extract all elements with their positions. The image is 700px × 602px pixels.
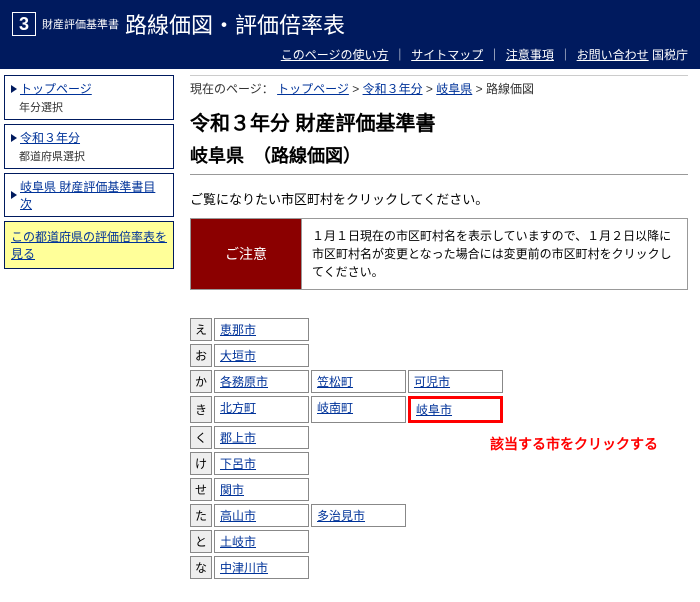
sidebar-link[interactable]: 令和３年分 [11, 129, 167, 146]
table-row: せ関市 [190, 478, 688, 501]
triangle-icon [11, 134, 17, 142]
table-row: と土岐市 [190, 530, 688, 553]
kana-cell: た [190, 504, 212, 527]
separator: ｜ [489, 48, 501, 62]
table-row: き北方町 岐南町 岐阜市 [190, 396, 688, 423]
city-cell: 恵那市 [214, 318, 309, 341]
logo-subtitle: 財産評価基準書 [42, 16, 119, 32]
link-caution[interactable]: 注意事項 [506, 48, 554, 62]
separator: ｜ [559, 48, 571, 62]
main-content: 現在のページ： トップページ > 令和３年分 > 岐阜県 > 路線価図 令和３年… [178, 69, 700, 602]
breadcrumb-current: 路線価図 [486, 82, 534, 96]
breadcrumb-top[interactable]: トップページ [277, 82, 349, 96]
notice-text: １月１日現在の市区町村名を表示していますので、１月２日以降に市区町村名が変更とな… [301, 219, 687, 289]
city-cell: 中津川市 [214, 556, 309, 579]
table-row: た高山市 多治見市 [190, 504, 688, 527]
breadcrumb: 現在のページ： トップページ > 令和３年分 > 岐阜県 > 路線価図 [190, 75, 688, 97]
link-usage[interactable]: このページの使い方 [281, 48, 389, 62]
sidebar-item: トップページ年分選択 [4, 75, 174, 120]
kana-cell: せ [190, 478, 212, 501]
kana-cell: お [190, 344, 212, 367]
city-link[interactable]: 関市 [220, 483, 244, 497]
header-top: 3 財産評価基準書 路線価図・評価倍率表 [12, 8, 688, 40]
city-cell: 高山市 [214, 504, 309, 527]
site-title: 路線価図・評価倍率表 [125, 8, 345, 40]
city-cell: 郡上市 [214, 426, 309, 449]
breadcrumb-pref[interactable]: 岐阜県 [436, 82, 472, 96]
kana-cell: く [190, 426, 212, 449]
triangle-icon [11, 85, 17, 93]
sidebar-sub: 年分選択 [19, 99, 167, 115]
kana-cell: か [190, 370, 212, 393]
city-link[interactable]: 北方町 [220, 401, 256, 415]
kana-cell: な [190, 556, 212, 579]
city-cell: 北方町 [214, 396, 309, 423]
divider [190, 174, 688, 175]
page-title: 令和３年分 財産評価基準書 [190, 107, 688, 136]
city-cell: 大垣市 [214, 344, 309, 367]
page-subtitle: 岐阜県 （路線価図） [190, 142, 688, 168]
city-link[interactable]: 可児市 [414, 375, 450, 389]
callout-text: 該当する市をクリックする [490, 434, 658, 454]
table-row: か各務原市 笠松町 可児市 [190, 370, 688, 393]
city-cell: 下呂市 [214, 452, 309, 475]
link-contact[interactable]: お問い合わせ [577, 48, 649, 62]
table-row: え恵那市 [190, 318, 688, 341]
city-link[interactable]: 高山市 [220, 509, 256, 523]
city-link[interactable]: 大垣市 [220, 349, 256, 363]
city-cell: 各務原市 [214, 370, 309, 393]
sidebar-link[interactable]: トップページ [11, 80, 167, 97]
city-cell: 笠松町 [311, 370, 406, 393]
link-sitemap[interactable]: サイトマップ [411, 48, 483, 62]
kana-cell: き [190, 396, 212, 423]
sidebar-item: 岐阜県 財産評価基準書目次 [4, 173, 174, 217]
layout-container: トップページ年分選択令和３年分都道府県選択岐阜県 財産評価基準書目次 この都道府… [0, 69, 700, 602]
kana-cell: け [190, 452, 212, 475]
kana-cell: え [190, 318, 212, 341]
sidebar: トップページ年分選択令和３年分都道府県選択岐阜県 財産評価基準書目次 この都道府… [0, 69, 178, 275]
city-link[interactable]: 土岐市 [220, 535, 256, 549]
ratio-table-link[interactable]: この都道府県の評価倍率表を見る [11, 230, 167, 261]
breadcrumb-year[interactable]: 令和３年分 [363, 82, 423, 96]
city-link[interactable]: 岐阜市 [416, 403, 452, 417]
nta-label: 国税庁 [652, 48, 688, 62]
city-link[interactable]: 郡上市 [220, 431, 256, 445]
sidebar-item: 令和３年分都道府県選択 [4, 124, 174, 169]
city-cell: 岐阜市 [408, 396, 503, 423]
city-link[interactable]: 岐南町 [317, 401, 353, 415]
city-cell: 岐南町 [311, 396, 406, 423]
separator: ｜ [394, 48, 406, 62]
city-table: え恵那市お大垣市か各務原市笠松町可児市き北方町岐南町岐阜市く郡上市け下呂市せ関市… [190, 318, 688, 579]
city-link[interactable]: 中津川市 [220, 561, 268, 575]
city-link[interactable]: 下呂市 [220, 457, 256, 471]
table-row: お大垣市 [190, 344, 688, 367]
city-link[interactable]: 恵那市 [220, 323, 256, 337]
sidebar-yellow-box: この都道府県の評価倍率表を見る [4, 221, 174, 269]
city-link[interactable]: 各務原市 [220, 375, 268, 389]
city-link[interactable]: 笠松町 [317, 375, 353, 389]
notice-label: ご注意 [191, 219, 301, 289]
page-header: 3 財産評価基準書 路線価図・評価倍率表 このページの使い方 ｜ サイトマップ … [0, 0, 700, 69]
triangle-icon [11, 191, 17, 199]
logo-icon: 3 [12, 12, 36, 36]
sidebar-sub: 都道府県選択 [19, 148, 167, 164]
kana-cell: と [190, 530, 212, 553]
city-cell: 関市 [214, 478, 309, 501]
sidebar-link[interactable]: 岐阜県 財産評価基準書目次 [11, 178, 167, 212]
notice-box: ご注意 １月１日現在の市区町村名を表示していますので、１月２日以降に市区町村名が… [190, 218, 688, 290]
breadcrumb-label: 現在のページ： [190, 82, 274, 96]
table-row: な中津川市 [190, 556, 688, 579]
city-cell: 多治見市 [311, 504, 406, 527]
intro-text: ご覧になりたい市区町村をクリックしてください。 [190, 189, 688, 208]
header-links: このページの使い方 ｜ サイトマップ ｜ 注意事項 ｜ お問い合わせ 国税庁 [12, 46, 688, 63]
city-cell: 土岐市 [214, 530, 309, 553]
table-row: け下呂市 [190, 452, 688, 475]
city-link[interactable]: 多治見市 [317, 509, 365, 523]
city-cell: 可児市 [408, 370, 503, 393]
